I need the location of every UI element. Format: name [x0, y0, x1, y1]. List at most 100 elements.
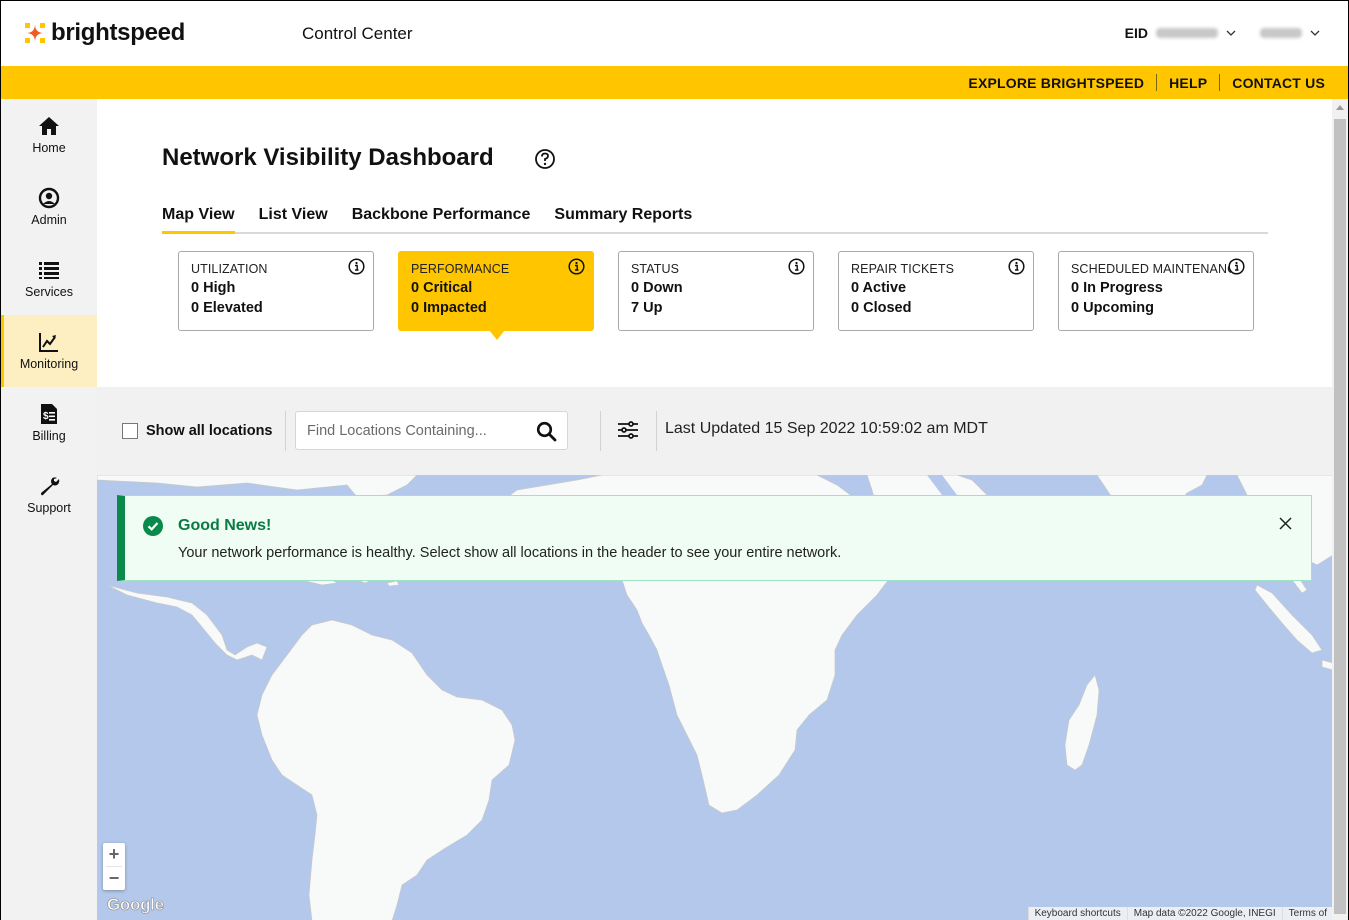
divider [656, 411, 657, 451]
info-icon[interactable] [1228, 258, 1245, 275]
card-value: 0 Active [851, 280, 907, 296]
sidebar-item-admin[interactable]: Admin [1, 171, 97, 243]
card-title: PERFORMANCE [411, 262, 510, 276]
explore-brightspeed-link[interactable]: EXPLORE BRIGHTSPEED [956, 75, 1156, 91]
sidebar-item-home[interactable]: Home [1, 99, 97, 171]
eid-label: EID [1124, 25, 1148, 41]
tab-backbone-performance[interactable]: Backbone Performance [352, 206, 531, 232]
main-content: Network Visibility Dashboard Map View Li… [97, 99, 1333, 920]
info-icon[interactable] [788, 258, 805, 275]
alert-message: Your network performance is healthy. Sel… [178, 545, 842, 561]
sidebar-item-label: Monitoring [19, 357, 79, 371]
sidebar-item-label: Home [32, 141, 66, 155]
filter-sliders-icon[interactable] [617, 419, 639, 441]
sidebar-item-monitoring[interactable]: Monitoring [1, 315, 97, 387]
keyboard-shortcuts-link[interactable]: Keyboard shortcuts [1027, 907, 1127, 920]
alert-title: Good News! [178, 517, 272, 534]
brand-logo[interactable]: brightspeed [25, 19, 185, 47]
chevron-down-icon [1310, 30, 1320, 36]
contact-us-link[interactable]: CONTACT US [1220, 75, 1325, 91]
help-link[interactable]: HELP [1157, 75, 1219, 91]
last-updated-timestamp: Last Updated 15 Sep 2022 10:59:02 am MDT [665, 420, 988, 437]
sidebar-item-billing[interactable]: $ Billing [1, 387, 97, 459]
eid-value-redacted [1156, 28, 1218, 38]
card-title: STATUS [631, 262, 680, 276]
card-scheduled-maintenance[interactable]: SCHEDULED MAINTENANCE 0 In Progress 0 Up… [1058, 251, 1254, 331]
scroll-up-arrow-icon[interactable] [1336, 105, 1344, 110]
tab-summary-reports[interactable]: Summary Reports [554, 206, 692, 232]
card-title: UTILIZATION [191, 262, 268, 276]
land-madagascar [1064, 674, 1100, 771]
home-icon [39, 117, 59, 135]
username-redacted [1260, 28, 1302, 38]
user-menu[interactable] [1260, 28, 1320, 38]
app-title: Control Center [302, 24, 413, 43]
svg-text:$: $ [43, 411, 49, 422]
search-icon[interactable] [536, 421, 557, 442]
info-icon[interactable] [1008, 258, 1025, 275]
card-value: 7 Up [631, 300, 663, 316]
show-all-locations-toggle[interactable]: Show all locations [122, 423, 273, 439]
location-search-input[interactable] [296, 412, 516, 449]
metric-cards: UTILIZATION 0 High 0 Elevated PERFORMANC… [178, 251, 1254, 340]
close-icon[interactable] [1278, 516, 1293, 531]
card-status[interactable]: STATUS 0 Down 7 Up [618, 251, 814, 331]
card-value: 0 Down [631, 280, 683, 296]
scrollbar-thumb[interactable] [1334, 119, 1346, 914]
divider [600, 411, 601, 451]
show-all-locations-label: Show all locations [146, 423, 273, 439]
check-circle-icon [143, 516, 163, 536]
card-value: 0 Closed [851, 300, 912, 316]
land-sumatra [1254, 584, 1323, 654]
map-toolbar: Show all locations Last Updated 15 Sep 2… [97, 387, 1333, 475]
invoice-icon: $ [41, 404, 57, 424]
chart-line-icon [39, 333, 58, 352]
card-value: 0 Critical [411, 280, 473, 296]
card-title: REPAIR TICKETS [851, 262, 955, 276]
success-alert: Good News! Your network performance is h… [117, 495, 1312, 581]
map-zoom-control: + − [103, 843, 125, 890]
land-central-america [106, 584, 268, 661]
card-repair-tickets[interactable]: REPAIR TICKETS 0 Active 0 Closed [838, 251, 1034, 331]
location-search [295, 411, 568, 450]
land-south-america [256, 619, 516, 920]
zoom-out-button[interactable]: − [103, 867, 125, 890]
card-title: SCHEDULED MAINTENANCE [1071, 262, 1231, 276]
sidebar-item-label: Support [27, 501, 71, 515]
map-data-attribution: Map data ©2022 Google, INEGI [1126, 907, 1282, 920]
help-circle-icon[interactable] [534, 148, 556, 170]
sidebar-item-support[interactable]: Support [1, 459, 97, 531]
info-icon[interactable] [568, 258, 585, 275]
card-value: 0 High [191, 280, 236, 296]
card-performance[interactable]: PERFORMANCE 0 Critical 0 Impacted [398, 251, 594, 340]
lake-victoria [990, 677, 1004, 693]
user-circle-icon [38, 187, 60, 209]
google-logo[interactable]: Google [107, 895, 165, 915]
page-title: Network Visibility Dashboard [162, 144, 494, 171]
card-value: 0 Impacted [411, 300, 487, 316]
card-value: 0 In Progress [1071, 280, 1163, 296]
land-north-america [97, 475, 418, 498]
page-scrollbar[interactable] [1332, 99, 1348, 920]
utility-nav: EXPLORE BRIGHTSPEED HELP CONTACT US [1, 66, 1348, 99]
tab-map-view[interactable]: Map View [162, 206, 235, 234]
info-icon[interactable] [348, 258, 365, 275]
map-attribution: Keyboard shortcuts Map data ©2022 Google… [1027, 907, 1333, 920]
divider [285, 411, 286, 451]
wrench-icon [41, 477, 60, 496]
sidebar-item-label: Billing [32, 429, 66, 443]
show-all-locations-checkbox[interactable] [122, 423, 138, 439]
terms-link[interactable]: Terms of [1281, 907, 1333, 920]
network-map[interactable]: Good News! Your network performance is h… [97, 475, 1333, 920]
eid-selector[interactable]: EID [1125, 25, 1236, 41]
sidebar-item-label: Services [25, 285, 73, 299]
card-utilization[interactable]: UTILIZATION 0 High 0 Elevated [178, 251, 374, 331]
card-value: 0 Upcoming [1071, 300, 1154, 316]
list-icon [39, 262, 59, 279]
chevron-down-icon [1226, 30, 1236, 36]
sidebar-item-label: Admin [31, 213, 67, 227]
brightspeed-logo-icon [25, 23, 45, 43]
zoom-in-button[interactable]: + [103, 843, 125, 866]
sidebar-item-services[interactable]: Services [1, 243, 97, 315]
tab-list-view[interactable]: List View [259, 206, 328, 232]
